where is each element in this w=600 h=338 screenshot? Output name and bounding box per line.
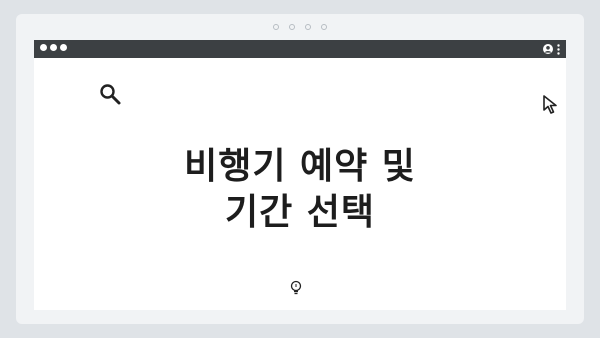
page-headline: 비행기 예약 및 기간 선택: [34, 144, 566, 236]
user-icon[interactable]: [543, 44, 553, 54]
window-controls: [40, 44, 70, 51]
pager-dot: [321, 24, 327, 30]
window-control-dot[interactable]: [40, 44, 47, 51]
titlebar-actions: [543, 42, 560, 56]
pager-dot: [289, 24, 295, 30]
lightbulb-icon: [290, 280, 302, 295]
headline-line-1: 비행기 예약 및: [184, 146, 416, 187]
browser-window: 비행기 예약 및 기간 선택: [34, 40, 566, 310]
kebab-menu-icon[interactable]: [557, 43, 560, 55]
browser-titlebar: [34, 40, 566, 58]
search-icon: [100, 84, 121, 105]
cursor-icon: [543, 95, 557, 114]
headline-line-2: 기간 선택: [224, 192, 375, 233]
pager-dot: [273, 24, 279, 30]
browser-content: 비행기 예약 및 기간 선택: [34, 58, 566, 310]
pager-dot: [305, 24, 311, 30]
window-control-dot[interactable]: [50, 44, 57, 51]
pager-dots: [16, 24, 584, 30]
outer-frame: 비행기 예약 및 기간 선택: [16, 14, 584, 324]
window-control-dot[interactable]: [60, 44, 67, 51]
